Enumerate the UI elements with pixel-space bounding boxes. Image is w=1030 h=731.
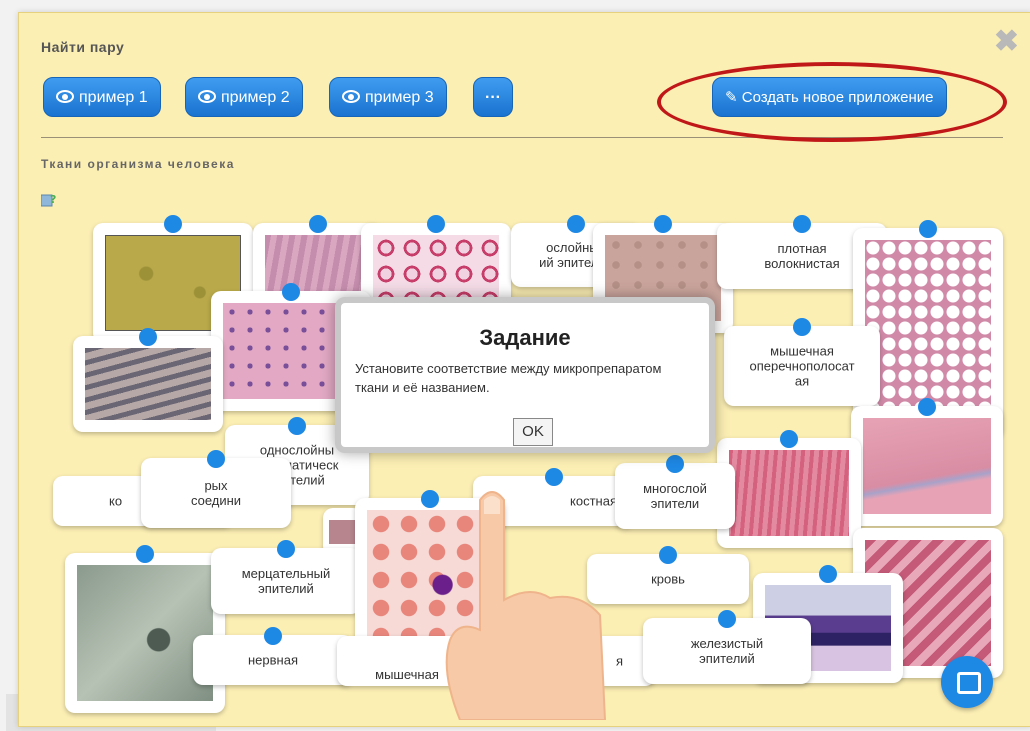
connector-dot[interactable]	[793, 215, 811, 233]
label-card[interactable]: мерцательный эпителий	[211, 540, 361, 614]
exercise-title: Ткани организма человека	[41, 157, 235, 171]
micrograph-image	[77, 565, 213, 701]
image-card-striated[interactable]	[717, 430, 861, 548]
dialog-text: Установите соответствие между микропрепа…	[355, 361, 662, 395]
svg-text:?: ?	[50, 193, 56, 206]
connector-dot[interactable]	[207, 450, 225, 468]
label-card[interactable]: многослой эпители	[615, 455, 735, 529]
connector-dot[interactable]	[659, 546, 677, 564]
pointing-hand-icon	[445, 491, 607, 720]
micrograph-image	[863, 418, 991, 514]
label-card[interactable]: железистый эпителий	[643, 610, 811, 684]
connector-dot[interactable]	[421, 490, 439, 508]
example-1-button[interactable]: пример 1	[43, 77, 161, 117]
app-title: Найти пару	[41, 39, 125, 55]
image-card-nerve[interactable]	[65, 545, 225, 713]
connector-dot[interactable]	[282, 283, 300, 301]
more-button[interactable]: ···	[473, 77, 513, 117]
help-icon[interactable]: ?	[41, 193, 57, 207]
eye-icon	[342, 90, 360, 104]
annotation-ellipse	[657, 62, 1007, 142]
connector-dot[interactable]	[718, 610, 736, 628]
eye-icon	[56, 90, 74, 104]
connector-dot[interactable]	[309, 215, 327, 233]
connector-dot[interactable]	[277, 540, 295, 558]
eye-icon	[198, 90, 216, 104]
example-2-button[interactable]: пример 2	[185, 77, 303, 117]
connector-dot[interactable]	[567, 215, 585, 233]
check-icon	[957, 672, 981, 694]
check-answers-button[interactable]	[941, 656, 993, 708]
close-icon[interactable]: ✖	[994, 27, 1019, 57]
label-card[interactable]: рых соедини	[141, 450, 291, 528]
example-3-button[interactable]: пример 3	[329, 77, 447, 117]
connector-dot[interactable]	[666, 455, 684, 473]
micrograph-image	[329, 520, 357, 544]
connector-dot[interactable]	[164, 215, 182, 233]
dialog-title: Задание	[479, 325, 571, 350]
micrograph-image	[729, 450, 849, 536]
image-card-dense[interactable]	[851, 398, 1003, 526]
connector-dot[interactable]	[427, 215, 445, 233]
label-card[interactable]: мышечная оперечнополосат ая	[724, 318, 880, 406]
task-dialog: Задание Установите соответствие между ми…	[335, 297, 715, 453]
connector-dot[interactable]	[136, 545, 154, 563]
connector-dot[interactable]	[918, 398, 936, 416]
label-card[interactable]: нервная	[193, 627, 353, 685]
image-card-smooth[interactable]	[73, 328, 223, 432]
connector-dot[interactable]	[139, 328, 157, 346]
connector-dot[interactable]	[780, 430, 798, 448]
connector-dot[interactable]	[793, 318, 811, 336]
label-card[interactable]: кровь	[587, 546, 749, 604]
connector-dot[interactable]	[819, 565, 837, 583]
connector-dot[interactable]	[288, 417, 306, 435]
connector-dot[interactable]	[919, 220, 937, 238]
ok-button[interactable]: OK	[513, 418, 553, 446]
connector-dot[interactable]	[654, 215, 672, 233]
connector-dot[interactable]	[264, 627, 282, 645]
micrograph-image	[85, 348, 211, 420]
